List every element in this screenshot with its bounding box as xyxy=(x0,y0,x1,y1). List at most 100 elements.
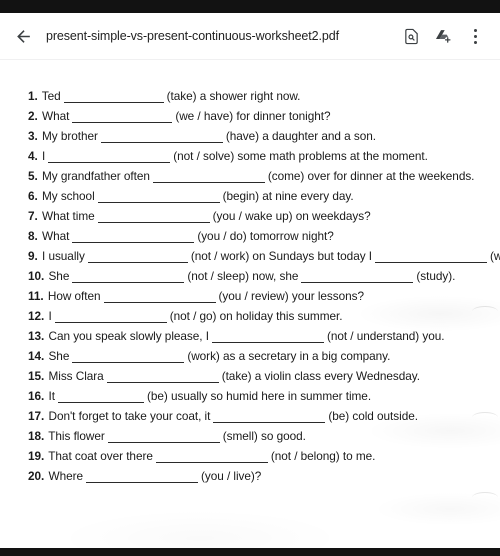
pdf-page-viewer[interactable]: 1. Ted (take) a shower right now. 2. What (… xyxy=(0,60,500,548)
question-text-after-blank: (you / wake up) on weekdays? xyxy=(212,209,371,223)
worksheet-question: 19. That coat over there (not / belong) t… xyxy=(28,446,490,466)
question-number: 13. xyxy=(28,329,45,343)
question-text-before-blank: It xyxy=(48,389,55,403)
system-navigation-bar xyxy=(0,548,500,556)
question-text-before-blank: This flower xyxy=(48,429,105,443)
question-text-before-blank: My grandfather often xyxy=(41,169,150,183)
answer-blank xyxy=(106,371,219,383)
worksheet-question: 16. It (be) usually so humid here in summ… xyxy=(28,386,490,406)
worksheet-question: 17. Don't forget to take your coat, it (b… xyxy=(28,406,490,426)
question-text-before-blank: My brother xyxy=(41,129,98,143)
question-text-after-blank: (not / sleep) now, she xyxy=(187,269,299,283)
worksheet-question: 18. This flower (smell) so good. xyxy=(28,426,490,446)
question-number: 4. xyxy=(28,149,38,163)
answer-blank xyxy=(213,411,326,423)
answer-blank xyxy=(72,271,185,283)
question-text-before-blank: What time xyxy=(41,209,95,223)
answer-blank xyxy=(103,291,216,303)
question-text-before-blank: My school xyxy=(41,189,95,203)
question-text-before-blank: Can you speak slowly please, I xyxy=(48,329,209,343)
question-text-after-blank: (smell) so good. xyxy=(222,429,306,443)
question-text-after-blank: (take) a violin class every Wednesday. xyxy=(221,369,420,383)
answer-blank xyxy=(100,131,223,143)
question-text-after-blank: (not / solve) some math problems at the … xyxy=(173,149,428,163)
worksheet-question: 7. What time (you / wake up) on weekdays? xyxy=(28,206,490,226)
question-text-before-blank: That coat over there xyxy=(48,449,153,463)
answer-blank-second xyxy=(375,251,488,263)
question-number: 1. xyxy=(28,89,38,103)
back-arrow-icon[interactable] xyxy=(8,21,38,51)
question-text-before-blank: She xyxy=(48,349,70,363)
question-text-after-blank: (not / go) on holiday this summer. xyxy=(169,309,343,323)
question-text-after-blank: (not / belong) to me. xyxy=(270,449,376,463)
answer-blank xyxy=(54,311,167,323)
worksheet-question: 13. Can you speak slowly please, I (not /… xyxy=(28,326,490,346)
question-number: 6. xyxy=(28,189,38,203)
question-text-before-blank: How often xyxy=(47,289,101,303)
answer-blank xyxy=(87,251,188,263)
question-number: 15. xyxy=(28,369,45,383)
question-number: 2. xyxy=(28,109,38,123)
question-text-after-blank: (have) a daughter and a son. xyxy=(225,129,376,143)
question-number: 7. xyxy=(28,209,38,223)
answer-blank xyxy=(155,451,268,463)
answer-blank xyxy=(63,91,164,103)
answer-blank xyxy=(107,431,220,443)
question-text-after-blank: (work) as a secretary in a big company. xyxy=(187,349,391,363)
worksheet-question: 3. My brother (have) a daughter and a son… xyxy=(28,126,490,146)
more-options-icon[interactable] xyxy=(460,21,490,51)
google-drive-add-icon[interactable] xyxy=(428,21,458,51)
answer-blank xyxy=(72,111,173,123)
question-number: 12. xyxy=(28,309,45,323)
question-text-after-blank: (not / work) on Sundays but today I xyxy=(190,249,373,263)
question-number: 3. xyxy=(28,129,38,143)
answer-blank xyxy=(72,351,185,363)
question-text-after-second-blank: (study). xyxy=(416,269,456,283)
app-screen: present-simple-vs-present-continuous-wor… xyxy=(0,0,500,556)
answer-blank xyxy=(57,391,144,403)
question-text-before-blank: What xyxy=(41,229,70,243)
pdf-viewer-toolbar: present-simple-vs-present-continuous-wor… xyxy=(0,13,500,60)
question-number: 11. xyxy=(28,289,44,303)
find-in-page-icon[interactable] xyxy=(396,21,426,51)
worksheet-question-list: 1. Ted (take) a shower right now. 2. What (… xyxy=(28,86,500,486)
question-text-before-blank: Where xyxy=(48,469,83,483)
question-number: 14. xyxy=(28,349,45,363)
question-number: 8. xyxy=(28,229,38,243)
question-text-after-blank: (take) a shower right now. xyxy=(166,89,301,103)
worksheet-question: 10. She (not / sleep) now, she (study). xyxy=(28,266,490,286)
question-text-before-blank: Don't forget to take your coat, it xyxy=(48,409,211,423)
question-text-after-blank: (not / understand) you. xyxy=(326,329,445,343)
kebab-dots xyxy=(466,26,484,46)
question-text-after-blank: (we / have) for dinner tonight? xyxy=(175,109,331,123)
answer-blank xyxy=(72,231,195,243)
question-number: 9. xyxy=(28,249,38,263)
worksheet-question: 4. I (not / solve) some math problems at … xyxy=(28,146,490,166)
answer-blank xyxy=(211,331,324,343)
document-title: present-simple-vs-present-continuous-wor… xyxy=(46,29,339,43)
worksheet-question: 12. I (not / go) on holiday this summer. xyxy=(28,306,490,326)
question-text-after-blank: (you / live)? xyxy=(200,469,262,483)
question-number: 10. xyxy=(28,269,45,283)
question-number: 16. xyxy=(28,389,45,403)
question-text-after-blank: (you / review) your lessons? xyxy=(218,289,365,303)
system-status-bar xyxy=(0,0,500,13)
worksheet-question: 14. She (work) as a secretary in a big co… xyxy=(28,346,490,366)
worksheet-question: 11. How often (you / review) your lessons… xyxy=(28,286,490,306)
answer-blank xyxy=(85,471,198,483)
question-number: 19. xyxy=(28,449,45,463)
scan-curl-mark xyxy=(472,492,498,503)
question-text-after-blank: (come) over for dinner at the weekends. xyxy=(267,169,475,183)
worksheet-question: 15. Miss Clara (take) a violin class ever… xyxy=(28,366,490,386)
question-number: 18. xyxy=(28,429,45,443)
answer-blank xyxy=(48,151,171,163)
worksheet-question: 2. What (we / have) for dinner tonight? xyxy=(28,106,490,126)
worksheet-question: 9. I usually (not / work) on Sundays but … xyxy=(28,246,500,266)
question-text-before-blank: I xyxy=(41,149,46,163)
worksheet-question: 6. My school (begin) at nine every day. xyxy=(28,186,490,206)
question-text-before-blank: She xyxy=(48,269,70,283)
question-number: 17. xyxy=(28,409,45,423)
worksheet-question: 20. Where (you / live)? xyxy=(28,466,490,486)
answer-blank-second xyxy=(301,271,414,283)
worksheet-question: 1. Ted (take) a shower right now. xyxy=(28,86,490,106)
